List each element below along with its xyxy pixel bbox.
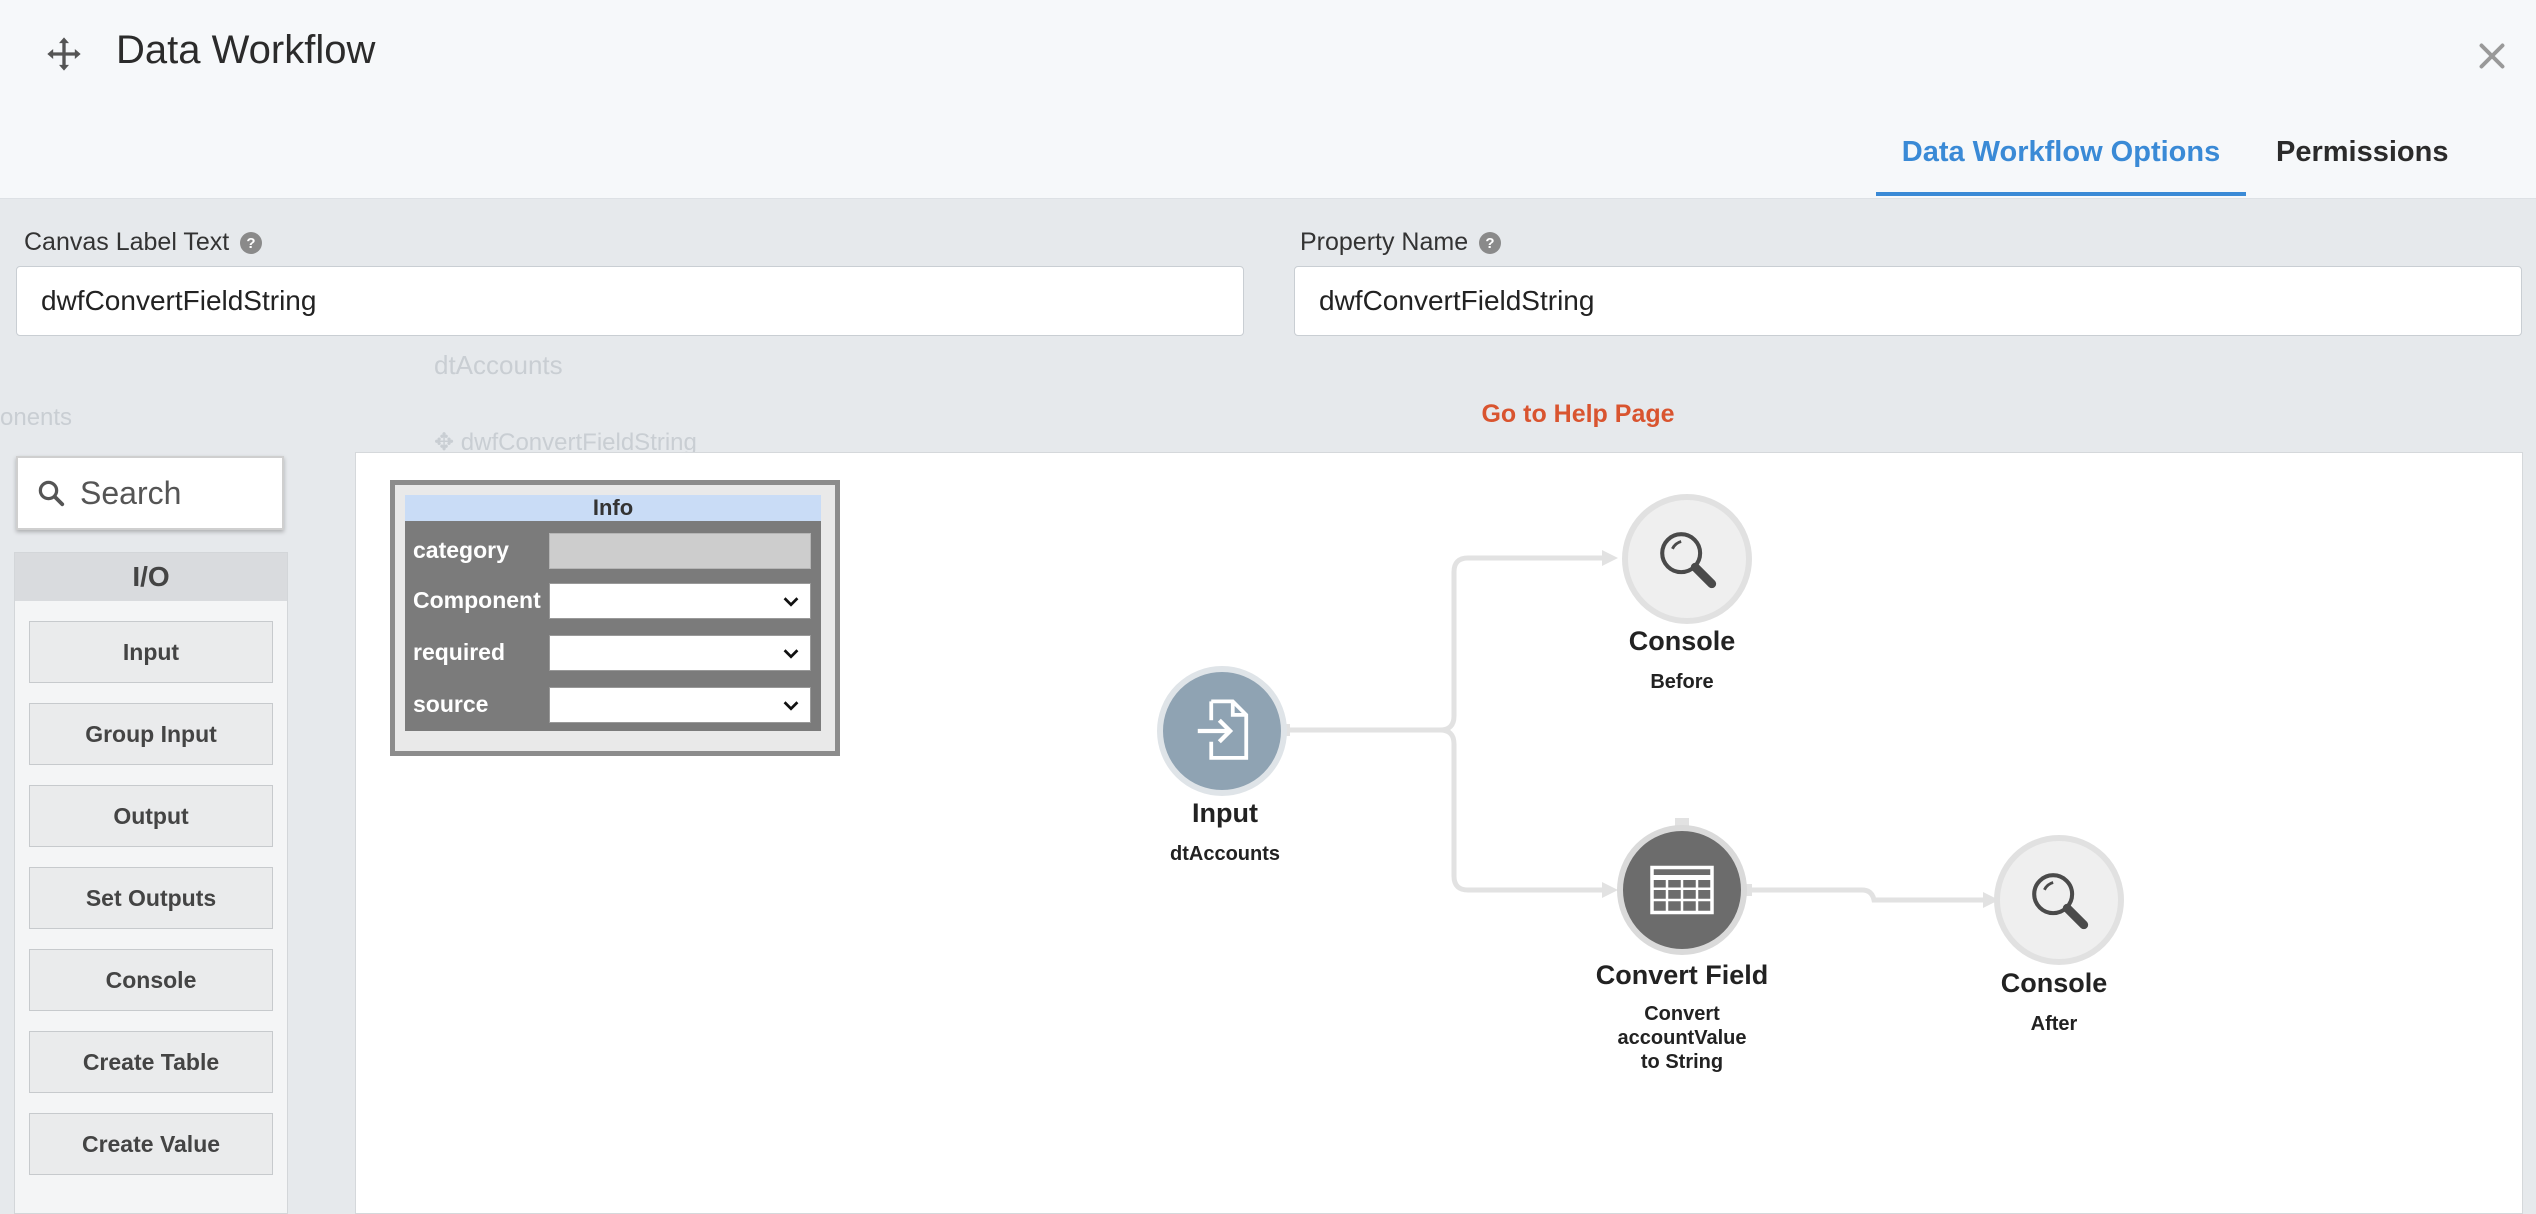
node-title: Console <box>1628 626 1736 656</box>
info-row-label: source <box>413 691 489 717</box>
arrow-head <box>1602 882 1618 898</box>
chevron-down-icon <box>783 597 799 607</box>
info-panel: Info category Component required source <box>390 480 840 756</box>
component-select[interactable] <box>549 583 811 619</box>
node-title: Input <box>1192 798 1258 828</box>
file-import-icon <box>1197 699 1249 760</box>
category-field <box>549 533 811 569</box>
connection-line <box>1750 887 1985 903</box>
console-before-node[interactable] <box>1622 494 1752 624</box>
node-title: Convert Field <box>1595 960 1769 990</box>
connection-lines <box>1276 550 1999 908</box>
input-node[interactable] <box>1157 666 1287 796</box>
node-subtitle: Before <box>1650 671 1714 693</box>
node-title: Console <box>2000 968 2108 998</box>
node-subtitle-line: accountValue <box>1617 1027 1747 1049</box>
table-grid-icon <box>1650 865 1714 915</box>
info-row-label: Component <box>413 587 541 613</box>
chevron-down-icon <box>783 701 799 711</box>
info-row-label: required <box>413 639 506 665</box>
chevron-down-icon <box>783 649 799 659</box>
convert-field-node[interactable] <box>1617 825 1747 955</box>
magnifier-icon <box>1660 532 1717 589</box>
node-subtitle: Convert accountValue to String <box>1552 1002 1812 1074</box>
info-panel-title: Info <box>405 495 821 521</box>
required-select[interactable] <box>549 635 811 671</box>
node-subtitle-line: to String <box>1640 1051 1724 1073</box>
magnifier-icon <box>2032 873 2089 930</box>
arrow-head <box>1602 550 1618 566</box>
info-row-label: category <box>413 537 509 563</box>
source-select[interactable] <box>549 687 811 723</box>
node-subtitle: After <box>2030 1013 2078 1035</box>
console-after-node[interactable] <box>1994 835 2124 965</box>
node-subtitle-line: Convert <box>1644 1003 1720 1025</box>
node-subtitle: dtAccounts <box>1170 843 1280 865</box>
